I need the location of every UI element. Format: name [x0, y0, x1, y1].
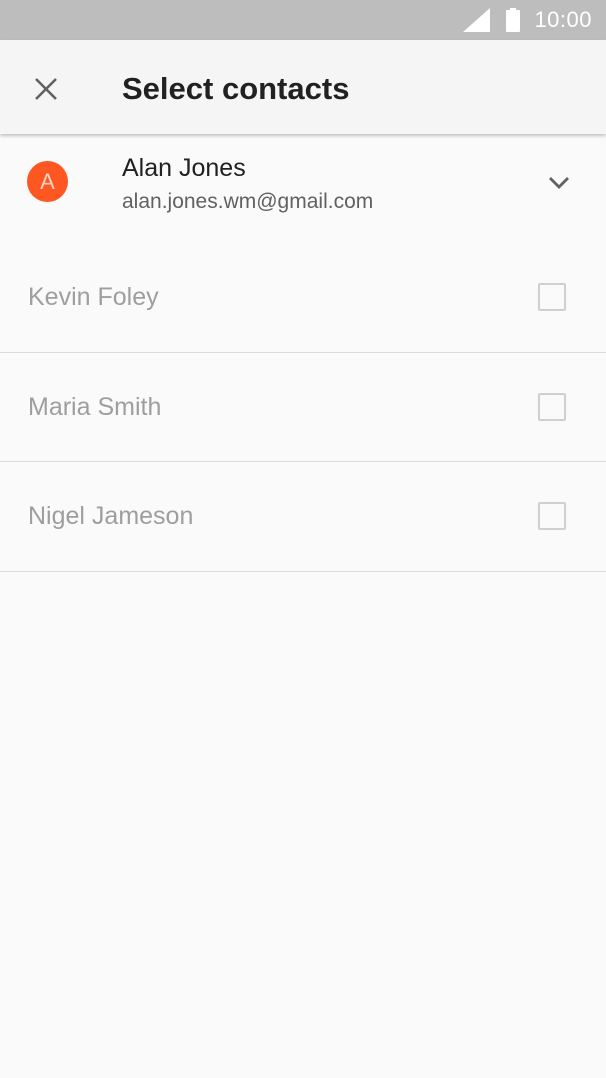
- close-button[interactable]: [18, 61, 74, 117]
- close-icon: [35, 78, 57, 100]
- contact-checkbox[interactable]: [538, 502, 566, 530]
- contact-checkbox[interactable]: [538, 283, 566, 311]
- account-selector[interactable]: A Alan Jones alan.jones.wm@gmail.com: [0, 134, 606, 234]
- contact-row[interactable]: Kevin Foley: [0, 243, 606, 353]
- page-title: Select contacts: [122, 71, 350, 106]
- status-bar: 10:00: [0, 0, 606, 40]
- contact-row[interactable]: Nigel Jameson: [0, 462, 606, 572]
- contact-list: Kevin Foley Maria Smith Nigel Jameson: [0, 243, 606, 572]
- contact-name: Kevin Foley: [28, 283, 159, 311]
- expand-account-button[interactable]: [538, 162, 580, 204]
- chevron-down-icon: [549, 177, 569, 189]
- contact-name: Nigel Jameson: [28, 502, 194, 530]
- account-name: Alan Jones: [122, 154, 246, 182]
- battery-icon: [506, 8, 521, 32]
- status-time: 10:00: [534, 7, 592, 32]
- avatar-letter: A: [40, 168, 55, 194]
- contact-checkbox[interactable]: [538, 392, 566, 421]
- account-email: alan.jones.wm@gmail.com: [122, 190, 374, 213]
- app-bar: Select contacts: [0, 40, 606, 134]
- contact-row[interactable]: Maria Smith: [0, 353, 606, 462]
- contact-name: Maria Smith: [28, 392, 162, 421]
- signal-icon: [463, 8, 491, 32]
- avatar: A: [27, 161, 68, 202]
